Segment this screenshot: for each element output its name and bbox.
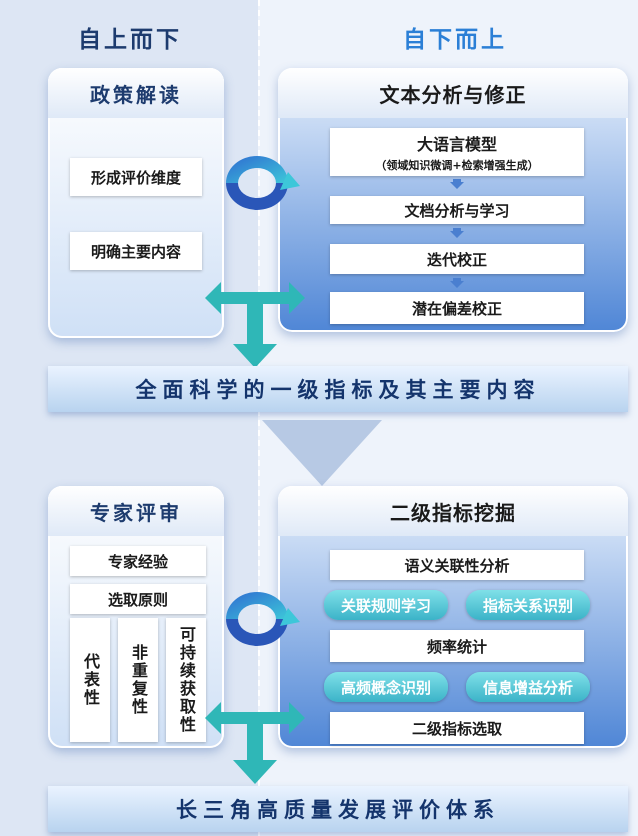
mining-panel-title: 二级指标挖掘 xyxy=(278,486,628,536)
selection-principles: 选取原则 xyxy=(70,584,206,614)
policy-item-content: 明确主要内容 xyxy=(70,232,202,270)
llm-title: 大语言模型 xyxy=(416,135,497,154)
merge-arrow-icon xyxy=(205,702,305,784)
principle-non-repetitive: 非重复性 xyxy=(118,618,158,742)
cycle-arrow-icon xyxy=(226,155,300,210)
principle-representative: 代表性 xyxy=(70,618,110,742)
semantic-analysis: 语义关联性分析 xyxy=(330,550,584,580)
llm-subtitle: （领域知识微调+检索增强生成） xyxy=(375,159,539,172)
down-arrow-icon xyxy=(450,278,464,288)
principle-sustainable: 可持续获取性 xyxy=(166,618,206,742)
merge-arrow-icon xyxy=(205,282,305,368)
expert-experience: 专家经验 xyxy=(70,546,206,576)
information-gain-analysis: 信息增益分析 xyxy=(466,672,590,702)
expert-panel-title: 专家评审 xyxy=(48,486,224,536)
left-column-title: 自上而下 xyxy=(78,27,182,53)
down-arrow-icon xyxy=(450,179,464,189)
step-bias-correction: 潜在偏差校正 xyxy=(330,292,584,324)
policy-panel: 政策解读 xyxy=(48,68,224,338)
high-frequency-concept-recognition: 高频概念识别 xyxy=(324,672,448,702)
indicator-relation-recognition: 指标关系识别 xyxy=(466,590,590,620)
step-iterative-correction: 迭代校正 xyxy=(330,244,584,274)
policy-panel-title: 政策解读 xyxy=(48,68,224,118)
frequency-statistics: 频率统计 xyxy=(330,630,584,662)
secondary-indicator-selection: 二级指标选取 xyxy=(330,712,584,744)
level1-banner: 全面科学的一级指标及其主要内容 xyxy=(48,366,628,412)
cycle-arrow-icon xyxy=(226,591,300,646)
text-analysis-panel-title: 文本分析与修正 xyxy=(278,68,628,118)
association-rule-learning: 关联规则学习 xyxy=(324,590,448,620)
evaluation-system-banner: 长三角高质量发展评价体系 xyxy=(48,786,628,832)
policy-item-dimension: 形成评价维度 xyxy=(70,158,202,196)
llm-box: 大语言模型 （领域知识微调+检索增强生成） xyxy=(330,128,584,176)
down-triangle-icon xyxy=(262,420,382,486)
right-column-title: 自下而上 xyxy=(403,27,507,53)
step-document-analysis: 文档分析与学习 xyxy=(330,196,584,224)
down-arrow-icon xyxy=(450,228,464,238)
